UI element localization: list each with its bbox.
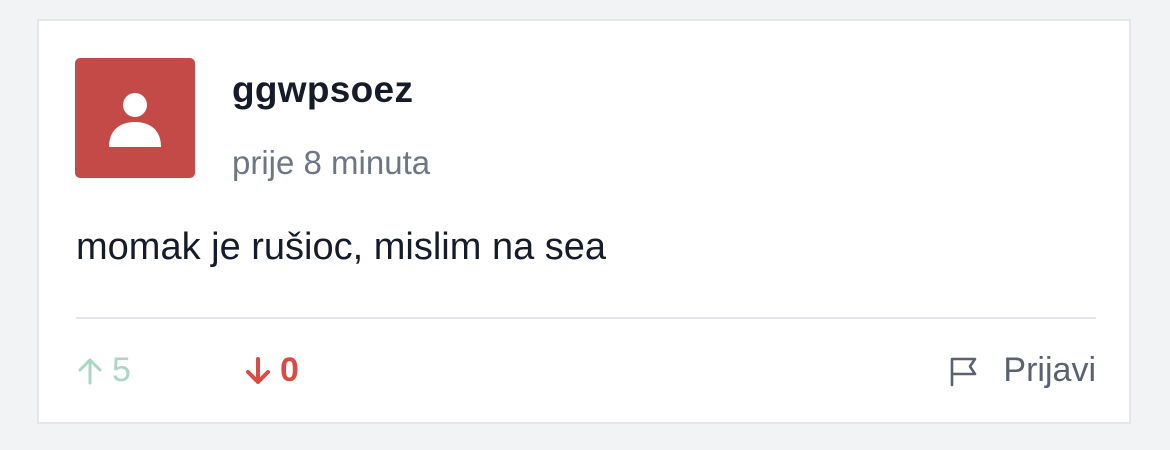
comment-actions: 5 0 Prijavi xyxy=(76,351,1096,397)
upvote-count: 5 xyxy=(112,351,131,389)
arrow-up-icon xyxy=(78,358,102,384)
divider xyxy=(76,317,1096,319)
user-icon xyxy=(109,93,161,147)
upvote-button[interactable]: 5 xyxy=(76,351,131,390)
arrow-down-icon xyxy=(246,356,270,384)
downvote-count: 0 xyxy=(280,351,299,389)
comment-text: momak je rušioc, mislim na sea xyxy=(76,226,607,268)
report-label: Prijavi xyxy=(1003,351,1096,389)
avatar[interactable] xyxy=(75,58,195,178)
report-button[interactable]: Prijavi xyxy=(947,351,1096,390)
flag-icon xyxy=(951,357,977,386)
comment-card: ggwpsoez prije 8 minuta momak je rušioc,… xyxy=(37,19,1131,424)
comment-timestamp: prije 8 minuta xyxy=(232,144,431,181)
comment-author[interactable]: ggwpsoez xyxy=(232,69,413,111)
downvote-button[interactable]: 0 xyxy=(244,351,299,390)
